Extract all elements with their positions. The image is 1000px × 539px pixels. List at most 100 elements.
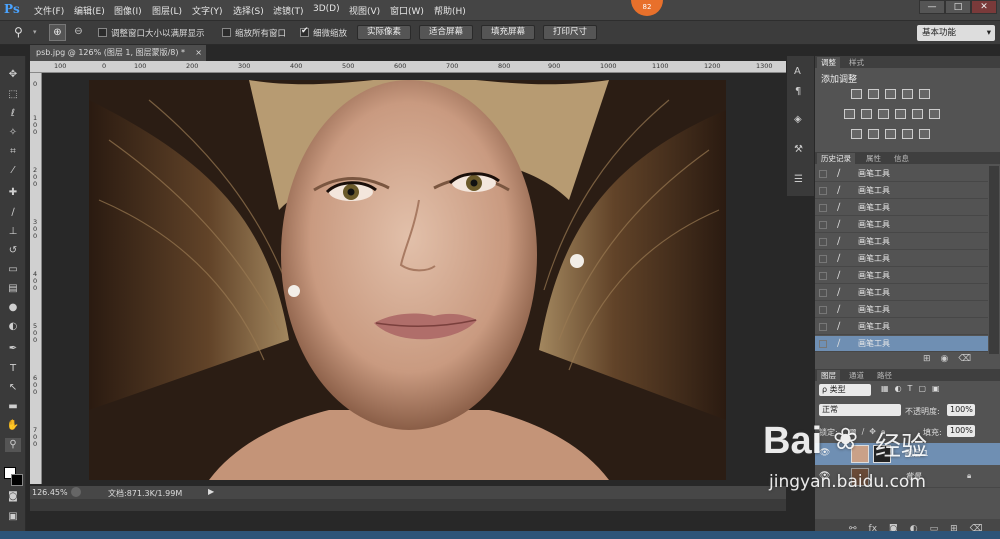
eyedropper-icon[interactable]: ⁄ [5, 164, 21, 178]
zoom-tool-icon[interactable]: ⚲ [14, 25, 23, 39]
blur-tool-icon[interactable]: ● [5, 301, 21, 315]
dodge-tool-icon[interactable]: ◐ [5, 320, 21, 334]
curves-icon[interactable] [885, 89, 896, 99]
history-checkbox[interactable] [819, 323, 827, 331]
healing-brush-icon[interactable]: ✚ [5, 186, 21, 200]
photo-filter-icon[interactable] [895, 109, 906, 119]
pixel-filter-icon[interactable]: ▦ [881, 384, 889, 393]
status-icon[interactable] [71, 487, 81, 497]
tab-paths[interactable]: 路径 [873, 370, 896, 381]
history-item[interactable]: ∕ 画笔工具 [815, 166, 988, 182]
menu-layer[interactable]: 图层(L) [152, 4, 182, 17]
opacity-input[interactable]: 100% [947, 404, 975, 416]
history-item[interactable]: ∕ 画笔工具 [815, 285, 988, 301]
text-filter-icon[interactable]: T [908, 384, 913, 393]
layer-kind-filter[interactable]: ρ 类型 [819, 384, 871, 396]
posterize-icon[interactable] [868, 129, 879, 139]
vibrance-icon[interactable] [919, 89, 930, 99]
3d-cube-icon[interactable]: ◈ [794, 114, 802, 125]
history-checkbox[interactable] [819, 306, 827, 314]
type-tool-icon[interactable]: T [5, 362, 21, 376]
history-checkbox[interactable] [819, 255, 827, 263]
screen-mode-icon[interactable]: ▣ [5, 510, 21, 524]
color-lookup-icon[interactable] [929, 109, 940, 119]
notification-badge[interactable]: 82 [631, 0, 663, 16]
tab-adjustments[interactable]: 调整 [817, 57, 840, 68]
history-checkbox[interactable] [819, 272, 827, 280]
history-item[interactable]: ∕ 画笔工具 [815, 302, 988, 318]
close-button[interactable]: ✕ [971, 0, 997, 14]
zoom-tool-icon[interactable]: ⚲ [5, 438, 21, 452]
history-item[interactable]: ∕ 画笔工具 [815, 183, 988, 199]
hand-tool-icon[interactable]: ✋ [5, 419, 21, 433]
levels-icon[interactable] [868, 89, 879, 99]
document-tab[interactable]: psb.jpg @ 126% (图层 1, 图层蒙版/8) * × [30, 45, 206, 61]
marquee-tool-icon[interactable]: ⬚ [5, 88, 21, 102]
selective-color-icon[interactable] [902, 129, 913, 139]
zoom-level[interactable]: 126.45% [32, 488, 68, 497]
history-checkbox[interactable] [819, 221, 827, 229]
threshold-icon[interactable] [885, 129, 896, 139]
quick-mask-icon[interactable]: ◙ [5, 490, 21, 504]
print-size-button[interactable]: 打印尺寸 [543, 25, 597, 40]
shape-filter-icon[interactable]: ▢ [918, 384, 926, 393]
history-brush-icon[interactable]: ↺ [5, 244, 21, 258]
play-arrow-icon[interactable]: ▶ [208, 487, 214, 496]
menu-edit[interactable]: 编辑(E) [74, 4, 105, 17]
menu-help[interactable]: 帮助(H) [434, 4, 466, 17]
brightness-icon[interactable] [851, 89, 862, 99]
brush-panel-icon[interactable]: ⚒ [794, 144, 803, 155]
brush-tool-icon[interactable]: ∕ [5, 206, 21, 220]
adjustment-filter-icon[interactable]: ◐ [895, 384, 902, 393]
character-panel-icon[interactable]: A [794, 66, 801, 77]
menu-window[interactable]: 窗口(W) [390, 4, 424, 17]
history-checkbox[interactable] [819, 204, 827, 212]
gradient-map-icon[interactable] [919, 129, 930, 139]
fill-screen-button[interactable]: 填充屏幕 [481, 25, 535, 40]
path-selection-icon[interactable]: ↖ [5, 381, 21, 395]
menu-view[interactable]: 视图(V) [349, 4, 380, 17]
workspace-select[interactable]: 基本功能 ▾ [917, 25, 995, 41]
zoom-out-icon[interactable]: ⊖ [70, 24, 87, 41]
hue-saturation-icon[interactable] [844, 109, 855, 119]
history-item-selected[interactable]: ∕ 画笔工具 [815, 336, 988, 352]
clone-stamp-icon[interactable]: ⊥ [5, 225, 21, 239]
minimize-button[interactable]: — [919, 0, 945, 14]
history-checkbox[interactable] [819, 238, 827, 246]
gradient-icon[interactable]: ▤ [5, 282, 21, 296]
pen-tool-icon[interactable]: ✒ [5, 342, 21, 356]
tab-info[interactable]: 信息 [890, 153, 913, 164]
horizontal-scrollbar[interactable] [30, 499, 786, 511]
magic-wand-icon[interactable]: ✧ [5, 126, 21, 140]
smart-filter-icon[interactable]: ▣ [932, 384, 940, 393]
history-item[interactable]: ∕ 画笔工具 [815, 251, 988, 267]
eraser-icon[interactable]: ▭ [5, 263, 21, 277]
tab-channels[interactable]: 通道 [845, 370, 868, 381]
rectangle-tool-icon[interactable]: ▬ [5, 400, 21, 414]
chevron-down-icon[interactable]: ▾ [33, 28, 37, 36]
tab-history[interactable]: 历史记录 [817, 153, 855, 164]
new-document-icon[interactable]: ⊞ [923, 354, 931, 364]
fit-screen-button[interactable]: 适合屏幕 [419, 25, 473, 40]
exposure-icon[interactable] [902, 89, 913, 99]
trash-icon[interactable]: ⌫ [958, 354, 971, 364]
history-checkbox[interactable] [819, 340, 827, 348]
actual-pixels-button[interactable]: 实际像素 [357, 25, 411, 40]
menu-type[interactable]: 文字(Y) [192, 4, 223, 17]
tab-layers[interactable]: 图层 [817, 370, 840, 381]
menu-file[interactable]: 文件(F) [34, 4, 64, 17]
history-item[interactable]: ∕ 画笔工具 [815, 200, 988, 216]
channel-mixer-icon[interactable] [912, 109, 923, 119]
history-checkbox[interactable] [819, 289, 827, 297]
tab-properties[interactable]: 属性 [862, 153, 885, 164]
history-item[interactable]: ∕ 画笔工具 [815, 234, 988, 250]
properties-panel-icon[interactable]: ☰ [794, 174, 803, 185]
zoom-in-icon[interactable]: ⊕ [49, 24, 66, 41]
restore-button[interactable]: □ [945, 0, 971, 14]
color-balance-icon[interactable] [861, 109, 872, 119]
tab-styles[interactable]: 样式 [845, 57, 868, 68]
move-tool-icon[interactable]: ✥ [5, 68, 21, 82]
history-item[interactable]: ∕ 画笔工具 [815, 319, 988, 335]
paragraph-panel-icon[interactable]: ¶ [795, 86, 801, 97]
menu-image[interactable]: 图像(I) [114, 4, 142, 17]
